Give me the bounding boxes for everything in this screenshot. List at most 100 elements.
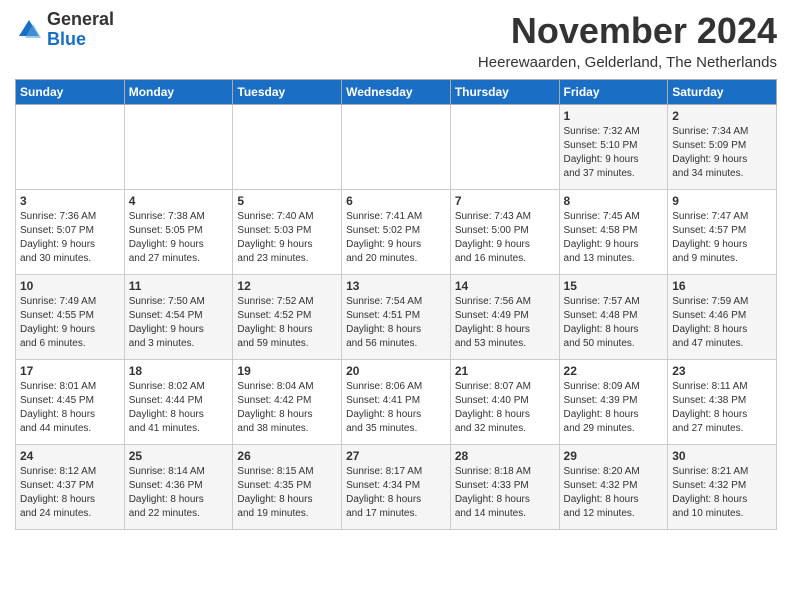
day-number: 14: [455, 279, 555, 293]
header-cell-wednesday: Wednesday: [342, 80, 451, 105]
day-info: Sunrise: 8:20 AM Sunset: 4:32 PM Dayligh…: [564, 465, 664, 521]
calendar-cell: [16, 105, 125, 190]
month-title: November 2024: [478, 10, 777, 52]
day-number: 13: [346, 279, 446, 293]
day-number: 25: [129, 449, 229, 463]
logo: General Blue: [15, 10, 114, 50]
header-cell-saturday: Saturday: [668, 80, 777, 105]
logo-text: General Blue: [47, 10, 114, 50]
header-cell-sunday: Sunday: [16, 80, 125, 105]
calendar-cell: 24Sunrise: 8:12 AM Sunset: 4:37 PM Dayli…: [16, 445, 125, 530]
day-info: Sunrise: 7:40 AM Sunset: 5:03 PM Dayligh…: [237, 210, 337, 266]
day-info: Sunrise: 8:07 AM Sunset: 4:40 PM Dayligh…: [455, 380, 555, 436]
day-info: Sunrise: 8:06 AM Sunset: 4:41 PM Dayligh…: [346, 380, 446, 436]
day-number: 7: [455, 194, 555, 208]
day-number: 20: [346, 364, 446, 378]
calendar-cell: 25 Sunrise: 8:14 AM Sunset: 4:36 PM Dayli…: [124, 445, 233, 530]
calendar-cell: 6 Sunrise: 7:41 AM Sunset: 5:02 PM Daylig…: [342, 190, 451, 275]
day-info: Sunrise: 7:52 AM Sunset: 4:52 PM Dayligh…: [237, 295, 337, 351]
calendar-cell: 14 Sunrise: 7:56 AM Sunset: 4:49 PM Dayli…: [450, 275, 559, 360]
day-info: Sunrise: 7:38 AM Sunset: 5:05 PM Dayligh…: [129, 210, 229, 266]
day-info: Sunrise: 8:02 AM Sunset: 4:44 PM Dayligh…: [129, 380, 229, 436]
day-number: 21: [455, 364, 555, 378]
day-number: 12: [237, 279, 337, 293]
calendar-cell: 17 Sunrise: 8:01 AM Sunset: 4:45 PM Dayli…: [16, 360, 125, 445]
day-number: 3: [20, 194, 120, 208]
day-info: Sunrise: 7:45 AM Sunset: 4:58 PM Dayligh…: [564, 210, 664, 266]
calendar-cell: 11Sunrise: 7:50 AM Sunset: 4:54 PM Dayli…: [124, 275, 233, 360]
calendar-week-5: 24Sunrise: 8:12 AM Sunset: 4:37 PM Dayli…: [16, 445, 777, 530]
day-info: Sunrise: 7:57 AM Sunset: 4:48 PM Dayligh…: [564, 295, 664, 351]
calendar-table: SundayMondayTuesdayWednesdayThursdayFrid…: [15, 79, 777, 530]
day-number: 4: [129, 194, 229, 208]
calendar-body: 1Sunrise: 7:32 AM Sunset: 5:10 PM Daylig…: [16, 105, 777, 530]
day-info: Sunrise: 7:50 AM Sunset: 4:54 PM Dayligh…: [129, 295, 229, 351]
calendar-cell: 23 Sunrise: 8:11 AM Sunset: 4:38 PM Dayli…: [668, 360, 777, 445]
location-text: Heerewaarden, Gelderland, The Netherland…: [478, 54, 777, 71]
day-info: Sunrise: 7:56 AM Sunset: 4:49 PM Dayligh…: [455, 295, 555, 351]
day-number: 2: [672, 109, 772, 123]
day-number: 5: [237, 194, 337, 208]
day-number: 18: [129, 364, 229, 378]
calendar-cell: [233, 105, 342, 190]
calendar-cell: 4 Sunrise: 7:38 AM Sunset: 5:05 PM Daylig…: [124, 190, 233, 275]
calendar-cell: 27 Sunrise: 8:17 AM Sunset: 4:34 PM Dayli…: [342, 445, 451, 530]
calendar-cell: 16Sunrise: 7:59 AM Sunset: 4:46 PM Dayli…: [668, 275, 777, 360]
calendar-cell: 29 Sunrise: 8:20 AM Sunset: 4:32 PM Dayli…: [559, 445, 668, 530]
day-number: 22: [564, 364, 664, 378]
day-info: Sunrise: 8:21 AM Sunset: 4:32 PM Dayligh…: [672, 465, 772, 521]
calendar-cell: 22Sunrise: 8:09 AM Sunset: 4:39 PM Dayli…: [559, 360, 668, 445]
header-cell-thursday: Thursday: [450, 80, 559, 105]
day-number: 15: [564, 279, 664, 293]
day-info: Sunrise: 7:49 AM Sunset: 4:55 PM Dayligh…: [20, 295, 120, 351]
day-info: Sunrise: 7:41 AM Sunset: 5:02 PM Dayligh…: [346, 210, 446, 266]
calendar-cell: 19Sunrise: 8:04 AM Sunset: 4:42 PM Dayli…: [233, 360, 342, 445]
day-number: 8: [564, 194, 664, 208]
day-number: 29: [564, 449, 664, 463]
day-info: Sunrise: 7:34 AM Sunset: 5:09 PM Dayligh…: [672, 125, 772, 181]
calendar-cell: 12 Sunrise: 7:52 AM Sunset: 4:52 PM Dayli…: [233, 275, 342, 360]
calendar-cell: 15 Sunrise: 7:57 AM Sunset: 4:48 PM Dayli…: [559, 275, 668, 360]
day-number: 23: [672, 364, 772, 378]
calendar-cell: 30Sunrise: 8:21 AM Sunset: 4:32 PM Dayli…: [668, 445, 777, 530]
calendar-cell: [124, 105, 233, 190]
day-info: Sunrise: 7:54 AM Sunset: 4:51 PM Dayligh…: [346, 295, 446, 351]
day-info: Sunrise: 7:59 AM Sunset: 4:46 PM Dayligh…: [672, 295, 772, 351]
day-number: 28: [455, 449, 555, 463]
day-number: 27: [346, 449, 446, 463]
calendar-cell: 2 Sunrise: 7:34 AM Sunset: 5:09 PM Daylig…: [668, 105, 777, 190]
day-info: Sunrise: 7:36 AM Sunset: 5:07 PM Dayligh…: [20, 210, 120, 266]
header-cell-tuesday: Tuesday: [233, 80, 342, 105]
header-row: SundayMondayTuesdayWednesdayThursdayFrid…: [16, 80, 777, 105]
day-info: Sunrise: 8:18 AM Sunset: 4:33 PM Dayligh…: [455, 465, 555, 521]
calendar-cell: 21 Sunrise: 8:07 AM Sunset: 4:40 PM Dayli…: [450, 360, 559, 445]
day-info: Sunrise: 8:17 AM Sunset: 4:34 PM Dayligh…: [346, 465, 446, 521]
day-number: 6: [346, 194, 446, 208]
day-info: Sunrise: 8:11 AM Sunset: 4:38 PM Dayligh…: [672, 380, 772, 436]
day-number: 17: [20, 364, 120, 378]
day-info: Sunrise: 8:01 AM Sunset: 4:45 PM Dayligh…: [20, 380, 120, 436]
calendar-cell: 28 Sunrise: 8:18 AM Sunset: 4:33 PM Dayli…: [450, 445, 559, 530]
calendar-cell: 9 Sunrise: 7:47 AM Sunset: 4:57 PM Daylig…: [668, 190, 777, 275]
day-info: Sunrise: 8:12 AM Sunset: 4:37 PM Dayligh…: [20, 465, 120, 521]
page-header: General Blue November 2024 Heerewaarden,…: [15, 10, 777, 71]
day-info: Sunrise: 8:14 AM Sunset: 4:36 PM Dayligh…: [129, 465, 229, 521]
day-number: 10: [20, 279, 120, 293]
calendar-week-4: 17 Sunrise: 8:01 AM Sunset: 4:45 PM Dayli…: [16, 360, 777, 445]
day-number: 9: [672, 194, 772, 208]
calendar-cell: 1Sunrise: 7:32 AM Sunset: 5:10 PM Daylig…: [559, 105, 668, 190]
calendar-cell: 10 Sunrise: 7:49 AM Sunset: 4:55 PM Dayli…: [16, 275, 125, 360]
calendar-cell: 13 Sunrise: 7:54 AM Sunset: 4:51 PM Dayli…: [342, 275, 451, 360]
calendar-week-1: 1Sunrise: 7:32 AM Sunset: 5:10 PM Daylig…: [16, 105, 777, 190]
calendar-week-3: 10 Sunrise: 7:49 AM Sunset: 4:55 PM Dayli…: [16, 275, 777, 360]
day-info: Sunrise: 8:15 AM Sunset: 4:35 PM Dayligh…: [237, 465, 337, 521]
title-block: November 2024 Heerewaarden, Gelderland, …: [478, 10, 777, 71]
calendar-cell: [342, 105, 451, 190]
logo-general-text: General: [47, 9, 114, 29]
calendar-week-2: 3 Sunrise: 7:36 AM Sunset: 5:07 PM Daylig…: [16, 190, 777, 275]
calendar-cell: 20 Sunrise: 8:06 AM Sunset: 4:41 PM Dayli…: [342, 360, 451, 445]
day-info: Sunrise: 7:43 AM Sunset: 5:00 PM Dayligh…: [455, 210, 555, 266]
day-info: Sunrise: 7:47 AM Sunset: 4:57 PM Dayligh…: [672, 210, 772, 266]
calendar-cell: 7 Sunrise: 7:43 AM Sunset: 5:00 PM Daylig…: [450, 190, 559, 275]
header-cell-monday: Monday: [124, 80, 233, 105]
